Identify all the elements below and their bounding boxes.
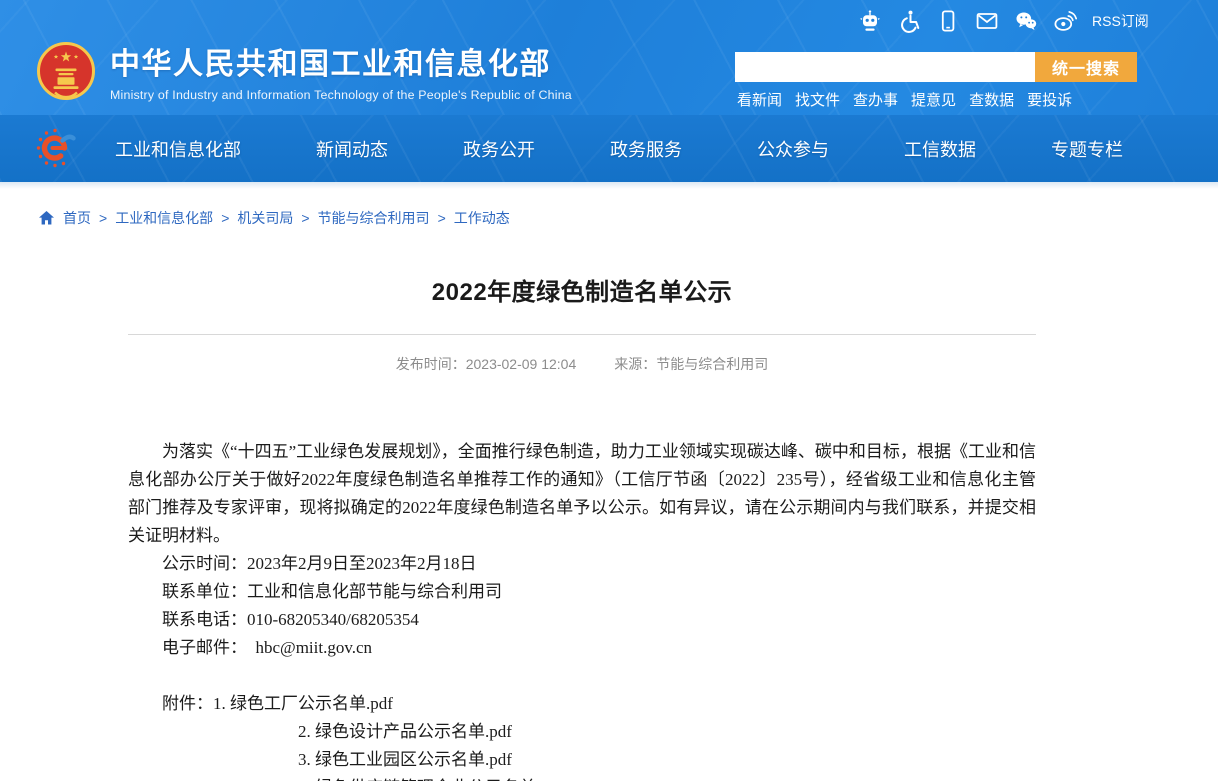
quick-link-complaints[interactable]: 要投诉 [1027,89,1072,110]
site-subtitle: Ministry of Industry and Information Tec… [110,88,572,102]
nav-item-gov-disclosure[interactable]: 政务公开 [463,136,535,162]
quick-link-documents[interactable]: 找文件 [795,89,840,110]
breadcrumb-separator: > [99,210,107,226]
site-titles: 中华人民共和国工业和信息化部 Ministry of Industry and … [110,39,572,102]
nav-item-special-topics[interactable]: 专题专栏 [1051,136,1123,162]
quick-link-suggestions[interactable]: 提意见 [911,89,956,110]
attachments: 附件：1. 绿色工厂公示名单.pdf 2. 绿色设计产品公示名单.pdf 3. … [128,690,1036,781]
breadcrumb-miit[interactable]: 工业和信息化部 [115,208,213,228]
breadcrumb-home[interactable]: 首页 [63,208,91,228]
mail-icon[interactable] [975,9,999,33]
contact-phone-line: 联系电话：010-68205340/68205354 [128,606,1036,634]
article-body: 为落实《“十四五”工业绿色发展规划》，全面推行绿色制造，助力工业领域实现碳达峰、… [128,438,1036,781]
header-utility-icons: RSS订阅 [858,9,1149,33]
attachments-label: 附件： [162,694,213,713]
quick-link-data[interactable]: 查数据 [969,89,1014,110]
site-logo-block[interactable]: 中华人民共和国工业和信息化部 Ministry of Industry and … [36,39,572,102]
article-title: 2022年度绿色制造名单公示 [128,272,1036,307]
quick-links: 看新闻 找文件 查办事 提意见 查数据 要投诉 [737,89,1072,110]
accessibility-icon[interactable] [897,9,921,33]
miit-spiral-logo-icon[interactable] [35,127,77,169]
source-value: 节能与综合利用司 [656,356,768,372]
breadcrumb-separator: > [438,210,446,226]
contact-unit-line: 联系单位：工业和信息化部节能与综合利用司 [128,578,1036,606]
breadcrumb-separator: > [221,210,229,226]
attachment-green-supply-chain[interactable]: 4. 绿色供应链管理企业公示名单.pdf [298,774,1036,781]
contact-email-line: 电子邮件： hbc@miit.gov.cn [128,634,1036,662]
article-paragraph: 为落实《“十四五”工业绿色发展规划》，全面推行绿色制造，助力工业领域实现碳达峰、… [128,438,1036,550]
breadcrumb-work-updates: 工作动态 [454,208,510,228]
nav-item-miit[interactable]: 工业和信息化部 [115,136,241,162]
nav-item-gov-services[interactable]: 政务服务 [610,136,682,162]
publish-time-label: 发布时间： [396,356,466,372]
breadcrumb-energy-dept[interactable]: 节能与综合利用司 [318,208,430,228]
breadcrumb-departments[interactable]: 机关司局 [237,208,293,228]
search-button[interactable]: 统一搜索 [1035,52,1137,82]
breadcrumb: 首页 > 工业和信息化部 > 机关司局 > 节能与综合利用司 > 工作动态 [0,189,1218,228]
publicity-period-line: 公示时间：2023年2月9日至2023年2月18日 [128,550,1036,578]
national-emblem-icon [36,40,96,102]
unified-search: 统一搜索 [735,52,1137,82]
attachment-green-industrial-parks[interactable]: 3. 绿色工业园区公示名单.pdf [298,746,1036,774]
breadcrumb-separator: > [301,210,309,226]
nav-item-public-participation[interactable]: 公众参与 [757,136,829,162]
mobile-icon[interactable] [936,9,960,33]
header-fade-strip [0,182,1218,189]
nav-item-industry-data[interactable]: 工信数据 [904,136,976,162]
rss-subscribe-link[interactable]: RSS订阅 [1092,11,1149,31]
search-input[interactable] [735,52,1035,82]
ai-assistant-icon[interactable] [858,9,882,33]
nav-item-news[interactable]: 新闻动态 [316,136,388,162]
weibo-icon[interactable] [1053,9,1077,33]
site-title: 中华人民共和国工业和信息化部 [110,39,572,83]
source-label: 来源： [614,356,656,372]
attachment-green-design-products[interactable]: 2. 绿色设计产品公示名单.pdf [298,718,1036,746]
attachment-green-factory[interactable]: 1. 绿色工厂公示名单.pdf [213,694,393,713]
nav-items: 工业和信息化部 新闻动态 政务公开 政务服务 公众参与 工信数据 专题专栏 [115,115,1123,182]
main-nav: 工业和信息化部 新闻动态 政务公开 政务服务 公众参与 工信数据 专题专栏 [0,115,1218,182]
site-header: RSS订阅 中华人民共和国工业和信息化部 Ministry of Indust [0,0,1218,115]
title-divider [128,334,1036,335]
quick-link-services[interactable]: 查办事 [853,89,898,110]
quick-link-news[interactable]: 看新闻 [737,89,782,110]
wechat-icon[interactable] [1014,9,1038,33]
article: 2022年度绿色制造名单公示 发布时间：2023-02-09 12:04 来源：节… [128,272,1036,781]
article-meta: 发布时间：2023-02-09 12:04 来源：节能与综合利用司 [128,354,1036,374]
publish-time: 2023-02-09 12:04 [466,356,577,372]
home-icon[interactable] [38,210,55,226]
page: RSS订阅 中华人民共和国工业和信息化部 Ministry of Indust [0,0,1218,781]
